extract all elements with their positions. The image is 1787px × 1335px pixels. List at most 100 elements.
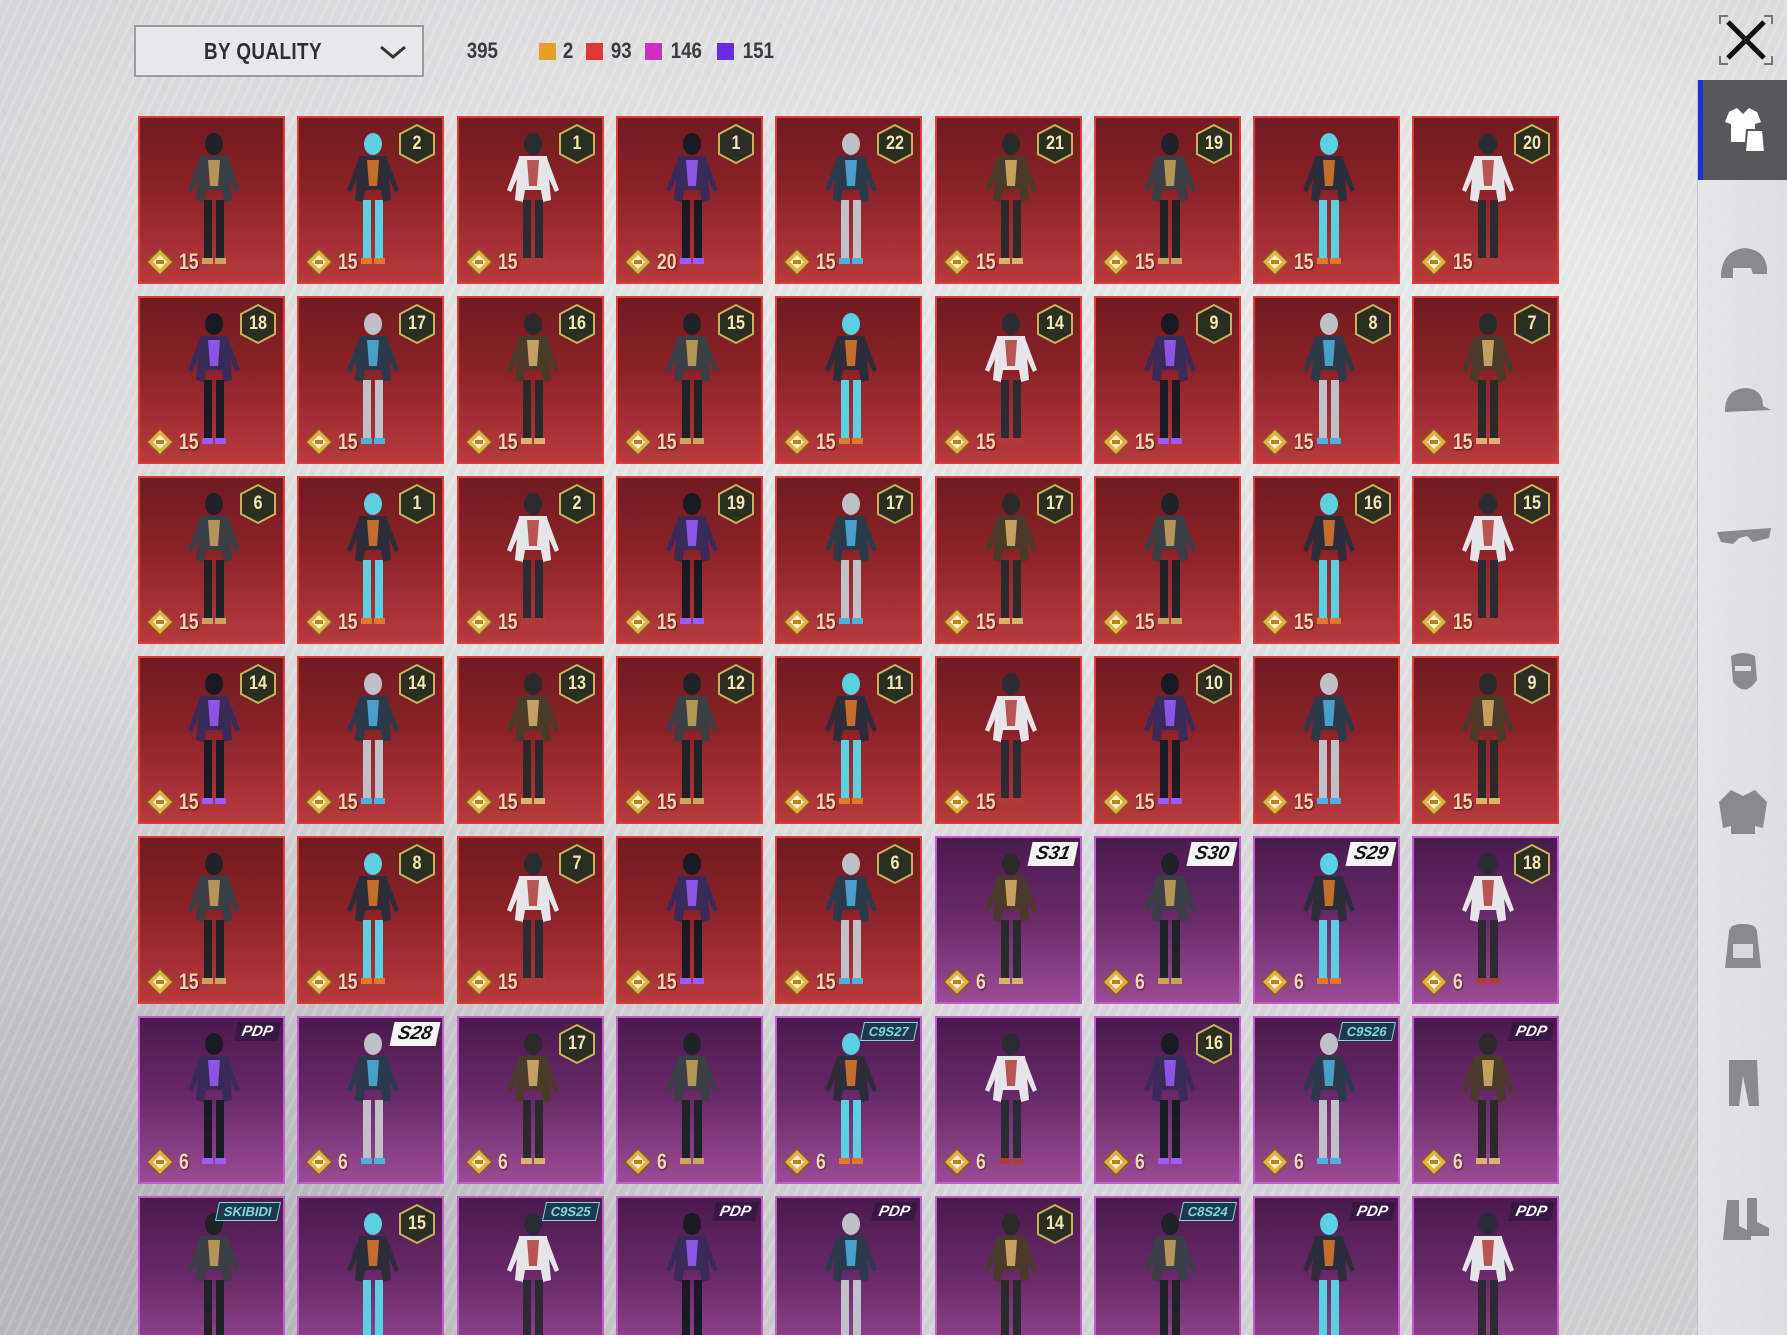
outfit-card[interactable]: S30 6	[1094, 836, 1241, 1004]
outfit-card[interactable]: 19 15	[616, 476, 763, 644]
outfit-card[interactable]: 11 15	[775, 656, 922, 824]
rank-badge: 9	[1513, 664, 1551, 704]
outfit-card[interactable]: 21 15	[935, 116, 1082, 284]
quality-swatch	[645, 42, 663, 60]
outfit-card[interactable]: 20 15	[1412, 116, 1559, 284]
outfit-card[interactable]: 12 15	[616, 656, 763, 824]
rail-item-outfit[interactable]	[1698, 80, 1787, 180]
outfit-card[interactable]: 15	[775, 296, 922, 464]
outfit-card[interactable]: 14 15	[935, 296, 1082, 464]
outfit-card[interactable]: 18 6	[1412, 836, 1559, 1004]
quality-swatch	[585, 42, 603, 60]
outfit-card[interactable]: 7 15	[1412, 296, 1559, 464]
outfit-card[interactable]: PDP	[1412, 1196, 1559, 1335]
outfit-card[interactable]: S29 6	[1253, 836, 1400, 1004]
sort-dropdown[interactable]: BY QUALITY	[134, 25, 424, 77]
price-value: 15	[657, 789, 677, 814]
outfit-card[interactable]: 6	[616, 1016, 763, 1184]
outfit-card[interactable]: 17 15	[775, 476, 922, 644]
outfit-card[interactable]: 6	[935, 1016, 1082, 1184]
outfit-card[interactable]: 15 15	[616, 296, 763, 464]
rank-badge: 17	[398, 304, 436, 344]
outfit-card[interactable]: 14 15	[297, 656, 444, 824]
outfit-card[interactable]: 8 15	[1253, 296, 1400, 464]
outfit-card[interactable]: 1 15	[457, 116, 604, 284]
outfit-card[interactable]: 18 15	[138, 296, 285, 464]
rank-badge: 17	[558, 1024, 596, 1064]
outfit-card[interactable]: 10 15	[1094, 656, 1241, 824]
outfit-card[interactable]: 15	[1253, 656, 1400, 824]
price: 6	[465, 1148, 510, 1176]
outfit-card[interactable]: PDP 6	[1412, 1016, 1559, 1184]
outfit-card[interactable]: 15	[297, 1196, 444, 1335]
outfit-card[interactable]: C9S27 6	[775, 1016, 922, 1184]
currency-icon	[624, 968, 652, 996]
rail-item-pants[interactable]	[1698, 1032, 1787, 1132]
outfit-card[interactable]: 15	[616, 836, 763, 1004]
outfit-card[interactable]: 6 15	[138, 476, 285, 644]
outfit-card[interactable]: 9 15	[1412, 656, 1559, 824]
outfit-card[interactable]: 16 15	[457, 296, 604, 464]
outfit-card[interactable]: SKIBIDI	[138, 1196, 285, 1335]
outfit-card[interactable]: PDP 6	[138, 1016, 285, 1184]
rail-item-helmet[interactable]	[1698, 216, 1787, 316]
outfit-card[interactable]: 9 15	[1094, 296, 1241, 464]
currency-icon	[1102, 968, 1130, 996]
outfit-card[interactable]: 13 15	[457, 656, 604, 824]
outfit-card[interactable]: 15 15	[1412, 476, 1559, 644]
rail-item-backpack[interactable]	[1698, 896, 1787, 996]
currency-icon	[465, 968, 493, 996]
outfit-card[interactable]: C9S25	[457, 1196, 604, 1335]
outfit-card[interactable]: S31 6	[935, 836, 1082, 1004]
rail-item-mask[interactable]	[1698, 624, 1787, 724]
season-tag: SKIBIDI	[215, 1202, 282, 1221]
outfit-card[interactable]: 15	[138, 836, 285, 1004]
rank-badge: 18	[1513, 844, 1551, 884]
rail-item-shoes[interactable]	[1698, 1168, 1787, 1268]
outfit-card[interactable]: PDP	[1253, 1196, 1400, 1335]
rail-item-glasses[interactable]	[1698, 488, 1787, 588]
price-value: 15	[1294, 789, 1314, 814]
outfit-card[interactable]: 16 15	[1253, 476, 1400, 644]
outfit-card[interactable]: 17 6	[457, 1016, 604, 1184]
outfit-card[interactable]: 8 15	[297, 836, 444, 1004]
outfit-card[interactable]: 1 20	[616, 116, 763, 284]
currency-icon	[1420, 608, 1448, 636]
outfit-card[interactable]: 15	[935, 656, 1082, 824]
outfit-card[interactable]: 14	[935, 1196, 1082, 1335]
outfit-card[interactable]: 14 15	[138, 656, 285, 824]
outfit-card[interactable]: 15	[138, 116, 285, 284]
helmet-icon	[1721, 248, 1767, 278]
outfit-card[interactable]: 2 15	[297, 116, 444, 284]
outfit-card[interactable]: PDP	[775, 1196, 922, 1335]
close-button[interactable]	[1714, 10, 1778, 70]
outfit-card[interactable]: C9S26 6	[1253, 1016, 1400, 1184]
currency-icon	[783, 1148, 811, 1176]
outfit-card[interactable]: 2 15	[457, 476, 604, 644]
backpack-icon	[1725, 924, 1761, 968]
outfit-card[interactable]: 15	[1094, 476, 1241, 644]
price: 15	[305, 428, 362, 456]
currency-icon	[1102, 248, 1130, 276]
rank-badge-value: 22	[886, 133, 904, 154]
outfit-card[interactable]: PDP	[616, 1196, 763, 1335]
outfit-card[interactable]: 6 15	[775, 836, 922, 1004]
price: 15	[305, 968, 362, 996]
outfit-card[interactable]: 7 15	[457, 836, 604, 1004]
price-value: 15	[338, 429, 358, 454]
rank-badge-value: 13	[568, 673, 586, 694]
outfit-card[interactable]: 17 15	[935, 476, 1082, 644]
price-value: 15	[657, 969, 677, 994]
outfit-card[interactable]: 16 6	[1094, 1016, 1241, 1184]
season-tag: S29	[1345, 842, 1397, 866]
outfit-card[interactable]: 15	[1253, 116, 1400, 284]
rail-item-jacket[interactable]	[1698, 760, 1787, 860]
outfit-card[interactable]: C8S24	[1094, 1196, 1241, 1335]
outfit-card[interactable]: 1 15	[297, 476, 444, 644]
rail-item-cap[interactable]	[1698, 352, 1787, 452]
outfit-card[interactable]: 22 15	[775, 116, 922, 284]
season-tag: PDP	[1508, 1022, 1556, 1041]
outfit-card[interactable]: 17 15	[297, 296, 444, 464]
outfit-card[interactable]: 19 15	[1094, 116, 1241, 284]
outfit-card[interactable]: S28 6	[297, 1016, 444, 1184]
